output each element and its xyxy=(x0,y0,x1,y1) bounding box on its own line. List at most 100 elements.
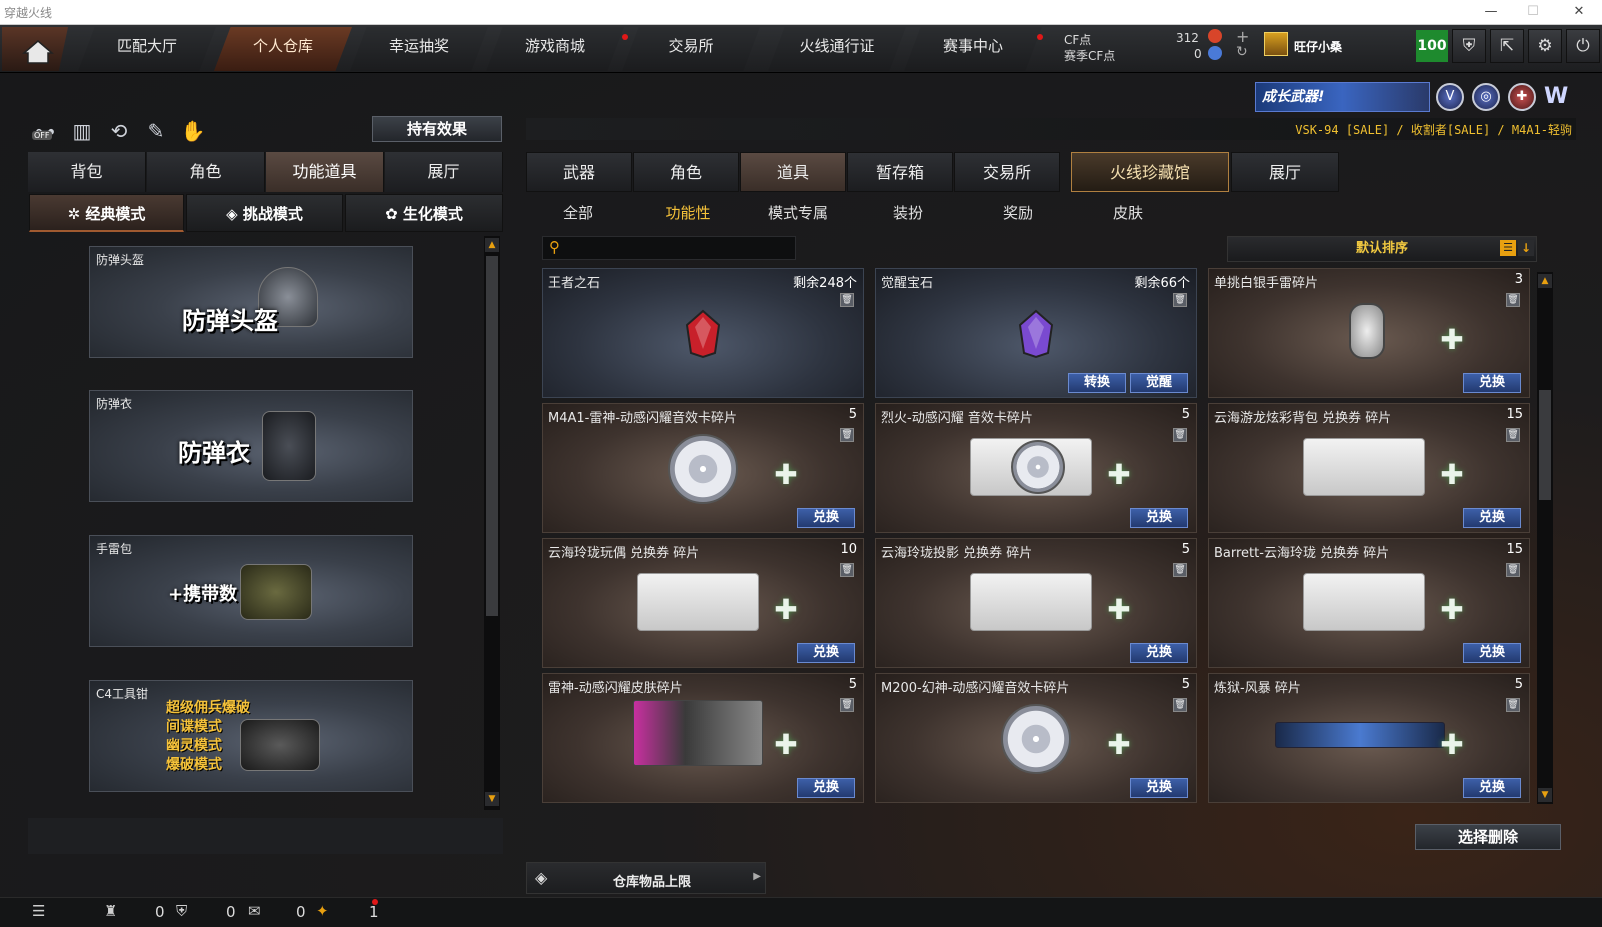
trash-icon[interactable]: 🗑 xyxy=(1173,698,1187,712)
item-card[interactable]: Barrett-云海玲珑 兑换券 碎片 15 🗑 ✚ 兑换 xyxy=(1208,538,1530,668)
subtab-functional[interactable]: 功能性 xyxy=(648,202,728,226)
left-scrollbar[interactable]: ▲ ▼ xyxy=(484,236,500,810)
exchange-button[interactable]: 兑换 xyxy=(1463,778,1521,798)
item-card[interactable]: 云海玲珑投影 兑换券 碎片 5 🗑 ✚ 兑换 xyxy=(875,538,1197,668)
mode-tab-zombie[interactable]: ✿ 生化模式 xyxy=(345,194,503,232)
nav-tab-exchange[interactable]: 交易所 xyxy=(622,27,760,71)
item-card-grenade-pack[interactable]: 手雷包 +携带数 xyxy=(89,535,413,647)
shield-icon[interactable]: ⛨ xyxy=(1452,29,1486,63)
right-tab-showroom[interactable]: 展厅 xyxy=(1231,152,1339,192)
glove-icon[interactable]: ✋ xyxy=(178,116,208,146)
right-tab-storage[interactable]: 暂存箱 xyxy=(847,152,953,192)
subtab-skins[interactable]: 皮肤 xyxy=(1088,202,1168,226)
right-tab-collection[interactable]: 火线珍藏馆 xyxy=(1071,152,1229,192)
item-card[interactable]: 单挑白银手雷碎片 3 🗑 ✚ 兑换 xyxy=(1208,268,1530,398)
nav-tab-warehouse[interactable]: 个人仓库 xyxy=(214,27,352,71)
capacity-bar[interactable]: ◈ 仓库物品上限 ▶ xyxy=(526,862,766,894)
exchange-button[interactable]: 兑换 xyxy=(797,508,855,528)
mode-tab-classic[interactable]: ✲ 经典模式 xyxy=(29,194,184,232)
exchange-button[interactable]: 兑换 xyxy=(797,643,855,663)
list-view-icon[interactable]: ☰ xyxy=(1500,240,1516,256)
minimize-icon[interactable]: — xyxy=(1478,2,1504,22)
nav-tab-events[interactable]: 赛事中心 xyxy=(904,27,1042,71)
nav-tab-lottery[interactable]: 幸运抽奖 xyxy=(350,27,488,71)
power-icon[interactable]: ⏻ xyxy=(1566,29,1600,63)
refresh-icon[interactable]: ↻ xyxy=(1236,44,1248,60)
right-scrollbar[interactable]: ▲ ▼ xyxy=(1537,272,1553,804)
expand-arrow-icon[interactable]: ▶ xyxy=(753,871,761,882)
trash-icon[interactable]: 🗑 xyxy=(840,293,854,307)
trash-icon[interactable]: 🗑 xyxy=(1173,293,1187,307)
trash-icon[interactable]: 🗑 xyxy=(840,428,854,442)
history-icon[interactable]: ⟲ xyxy=(104,116,134,146)
right-tab-character[interactable]: 角色 xyxy=(633,152,739,192)
trash-icon[interactable]: 🗑 xyxy=(1506,563,1520,577)
convert-button[interactable]: 转换 xyxy=(1068,373,1126,393)
growth-weapon-banner[interactable]: 成长武器! xyxy=(1255,82,1430,112)
subtab-cosmetic[interactable]: 装扮 xyxy=(868,202,948,226)
right-tab-exchange[interactable]: 交易所 xyxy=(954,152,1060,192)
left-tab-showroom[interactable]: 展厅 xyxy=(385,152,503,192)
exchange-button[interactable]: 兑换 xyxy=(1130,508,1188,528)
left-tab-function-items[interactable]: 功能道具 xyxy=(266,152,384,192)
username[interactable]: 旺仔小桑 xyxy=(1294,38,1342,55)
exit-room-icon[interactable]: ⇱ xyxy=(1490,29,1524,63)
chat-icon[interactable]: ✉ xyxy=(248,902,261,920)
scroll-thumb[interactable] xyxy=(486,256,498,616)
exchange-button[interactable]: 兑换 xyxy=(1130,778,1188,798)
nav-tab-shop[interactable]: 游戏商城 xyxy=(486,27,624,71)
stats-icon[interactable]: ▥ xyxy=(67,116,97,146)
item-card[interactable]: 炼狱-风暴 碎片 5 🗑 ✚ 兑换 xyxy=(1208,673,1530,803)
sort-dropdown[interactable]: 默认排序 ☰ ↓ xyxy=(1227,236,1537,262)
effects-button[interactable]: 持有效果 xyxy=(372,116,502,142)
sort-direction-icon[interactable]: ↓ xyxy=(1518,240,1534,256)
exchange-button[interactable]: 兑换 xyxy=(1130,643,1188,663)
item-card[interactable]: M200-幻神-动感闪耀音效卡碎片 5 🗑 ✚ 兑换 xyxy=(875,673,1197,803)
trash-icon[interactable]: 🗑 xyxy=(1506,293,1520,307)
right-scroll-thumb[interactable] xyxy=(1539,390,1551,500)
scroll-up-icon[interactable]: ▲ xyxy=(485,238,499,252)
exchange-button[interactable]: 兑换 xyxy=(797,778,855,798)
scroll-down-icon[interactable]: ▼ xyxy=(485,792,499,806)
subtab-rewards[interactable]: 奖励 xyxy=(978,202,1058,226)
subtab-mode-exclusive[interactable]: 模式专属 xyxy=(758,202,838,226)
item-card[interactable]: 烈火-动感闪耀 音效卡碎片 5 🗑 ✚ 兑换 xyxy=(875,403,1197,533)
awaken-button[interactable]: 觉醒 xyxy=(1130,373,1188,393)
left-tab-character[interactable]: 角色 xyxy=(147,152,265,192)
item-card[interactable]: 雷神-动感闪耀皮肤碎片 5 🗑 ✚ 兑换 xyxy=(542,673,864,803)
gear-icon[interactable]: ⚙ xyxy=(1528,29,1562,63)
clan-icon[interactable]: ⛨ xyxy=(176,902,187,920)
cross-badge-icon[interactable]: ✚ xyxy=(1508,83,1536,111)
menu-icon[interactable]: ☰ xyxy=(32,902,45,920)
exchange-button[interactable]: 兑换 xyxy=(1463,508,1521,528)
maximize-icon[interactable]: ☐ xyxy=(1520,2,1546,22)
trash-icon[interactable]: 🗑 xyxy=(1506,698,1520,712)
trash-icon[interactable]: 🗑 xyxy=(840,563,854,577)
item-card[interactable]: M4A1-雷神-动感闪耀音效卡碎片 5 🗑 ✚ 兑换 xyxy=(542,403,864,533)
v-badge-icon[interactable]: V xyxy=(1436,83,1464,111)
item-card-vest[interactable]: 防弹衣 防弹衣 xyxy=(89,390,413,502)
item-card-c4-pliers[interactable]: C4工具钳 超级佣兵爆破 间谍模式 幽灵模式 爆破模式 xyxy=(89,680,413,792)
nav-tab-match-lobby[interactable]: 匹配大厅 xyxy=(78,27,216,71)
item-card[interactable]: 云海游龙炫彩背包 兑换券 碎片 15 🗑 ✚ 兑换 xyxy=(1208,403,1530,533)
item-card[interactable]: 觉醒宝石 剩余66个 🗑 转换 觉醒 xyxy=(875,268,1197,398)
scroll-down-icon[interactable]: ▼ xyxy=(1538,788,1552,802)
trash-icon[interactable]: 🗑 xyxy=(1173,563,1187,577)
trash-icon[interactable]: 🗑 xyxy=(1173,428,1187,442)
home-button[interactable] xyxy=(2,27,68,71)
w-badge-icon[interactable]: W xyxy=(1544,84,1568,109)
trash-icon[interactable]: 🗑 xyxy=(1506,428,1520,442)
item-card[interactable]: 云海玲珑玩偶 兑换券 碎片 10 🗑 ✚ 兑换 xyxy=(542,538,864,668)
mode-tab-challenge[interactable]: ◈ 挑战模式 xyxy=(186,194,343,232)
right-tab-weapons[interactable]: 武器 xyxy=(526,152,632,192)
nav-tab-pass[interactable]: 火线通行证 xyxy=(768,27,906,71)
item-card[interactable]: 王者之石 剩余248个 🗑 xyxy=(542,268,864,398)
gift-icon[interactable]: ✦ xyxy=(316,902,329,920)
search-input[interactable]: ⚲ xyxy=(542,236,796,260)
right-tab-items[interactable]: 道具 xyxy=(740,152,846,192)
scroll-up-icon[interactable]: ▲ xyxy=(1538,274,1552,288)
friends-icon[interactable]: ♜ xyxy=(104,902,117,920)
exchange-button[interactable]: 兑换 xyxy=(1463,373,1521,393)
globe-badge-icon[interactable]: ◎ xyxy=(1472,83,1500,111)
subtab-all[interactable]: 全部 xyxy=(538,202,618,226)
